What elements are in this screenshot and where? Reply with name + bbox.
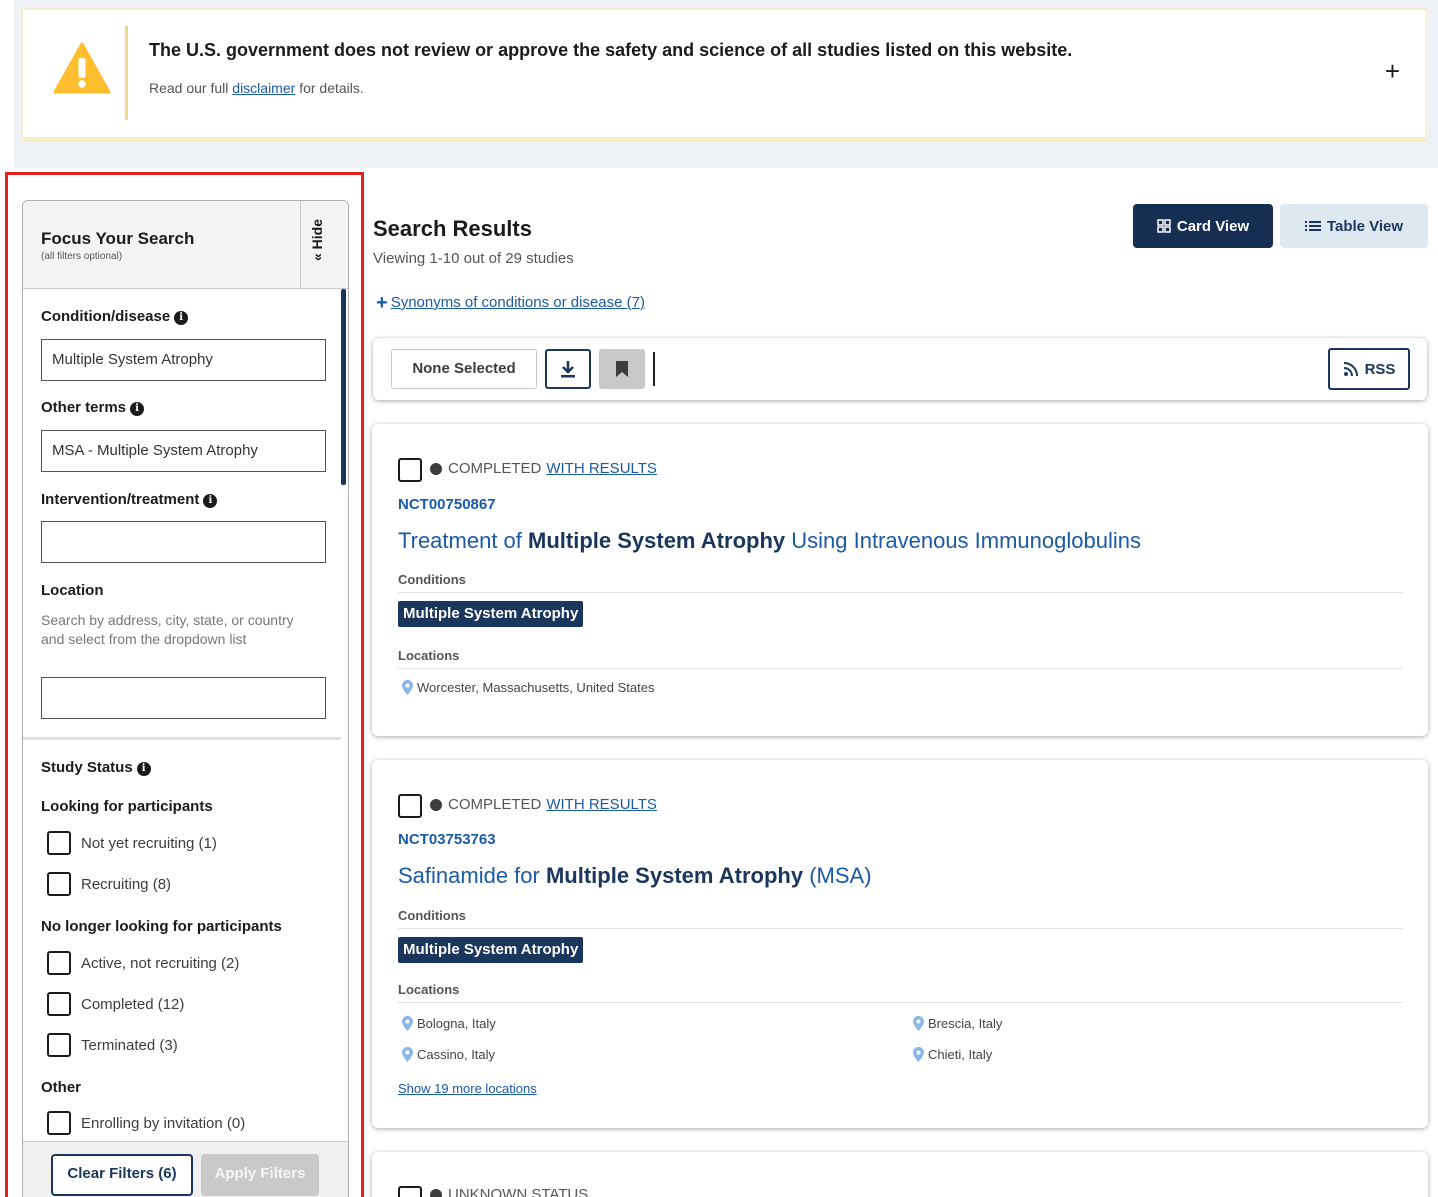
bookmark-icon (616, 361, 628, 377)
title-part: Treatment of (398, 528, 529, 553)
locations-heading: Locations (398, 648, 1403, 669)
location-pin-icon (913, 1047, 924, 1062)
location-item: Worcester, Massachusetts, United States (402, 680, 654, 695)
study-card: COMPLETED WITH RESULTS NCT00750867 Treat… (372, 424, 1428, 736)
study-checkbox[interactable] (398, 458, 422, 482)
rss-label: RSS (1364, 360, 1396, 378)
status-text: COMPLETED (448, 796, 542, 813)
location-item: Cassino, Italy (402, 1047, 495, 1062)
nct-id: NCT03753763 (398, 831, 496, 848)
disclaimer-subtext: Read our full disclaimer for details. (149, 80, 364, 96)
location-text: Brescia, Italy (928, 1016, 1003, 1031)
results-count: Viewing 1-10 out of 29 studies (373, 250, 574, 267)
study-status: UNKNOWN STATUS (430, 1186, 588, 1197)
study-status: COMPLETED WITH RESULTS (430, 460, 657, 477)
disclaimer-banner: The U.S. government does not review or a… (22, 8, 1427, 142)
study-status: COMPLETED WITH RESULTS (430, 796, 657, 813)
location-pin-icon (402, 680, 413, 695)
warning-triangle-icon (53, 42, 111, 94)
conditions-heading: Conditions (398, 572, 1403, 593)
list-icon (1304, 221, 1321, 231)
title-part: (MSA) (803, 863, 872, 888)
title-highlight: Multiple System Atrophy (545, 863, 804, 888)
table-view-label: Table View (1326, 217, 1404, 235)
locations-heading: Locations (398, 982, 1403, 1003)
with-results-link[interactable]: WITH RESULTS (546, 460, 657, 477)
title-part: Using Intravenous Immunoglobulins (785, 528, 1141, 553)
title-part: Safinamide for (398, 863, 546, 888)
plus-icon: + (376, 292, 388, 314)
grid-icon (1157, 219, 1171, 233)
disclaimer-link[interactable]: disclaimer (232, 80, 295, 96)
highlight-frame (5, 172, 364, 1197)
location-pin-icon (402, 1047, 413, 1062)
location-text: Bologna, Italy (417, 1016, 496, 1031)
none-selected-button[interactable]: None Selected (391, 349, 537, 389)
condition-tag: Multiple System Atrophy (398, 601, 584, 627)
disclaimer-title: The U.S. government does not review or a… (149, 40, 1073, 60)
show-more-locations-link[interactable]: Show 19 more locations (398, 1081, 537, 1096)
status-dot-icon (430, 1188, 442, 1197)
study-title-link[interactable]: Safinamide for Multiple System Atrophy (… (398, 863, 872, 889)
bookmark-button[interactable] (599, 349, 645, 389)
location-pin-icon (913, 1016, 924, 1031)
disclaimer-suffix: for details. (299, 80, 364, 96)
disclaimer-prefix: Read our full (149, 80, 229, 96)
results-title: Search Results (373, 216, 532, 241)
location-item: Brescia, Italy (913, 1016, 1002, 1031)
download-icon (561, 361, 575, 378)
study-card: UNKNOWN STATUS (372, 1152, 1428, 1197)
expand-disclaimer-button[interactable]: + (1385, 56, 1400, 87)
status-dot-icon (430, 798, 442, 811)
status-text: UNKNOWN STATUS (448, 1186, 589, 1197)
synonyms-text: Synonyms of conditions or disease (7) (390, 294, 645, 311)
study-card: COMPLETED WITH RESULTS NCT03753763 Safin… (372, 760, 1428, 1128)
study-title-link[interactable]: Treatment of Multiple System Atrophy Usi… (398, 528, 1141, 554)
disclaimer-separator (125, 26, 128, 120)
card-view-button[interactable]: Card View (1133, 204, 1273, 248)
location-item: Chieti, Italy (913, 1047, 992, 1062)
rss-icon (1343, 362, 1358, 377)
rss-button[interactable]: RSS (1328, 348, 1410, 390)
study-checkbox[interactable] (398, 794, 422, 818)
study-checkbox[interactable] (398, 1186, 422, 1197)
location-text: Cassino, Italy (417, 1047, 496, 1062)
title-highlight: Multiple System Atrophy (528, 528, 786, 553)
nct-id: NCT00750867 (398, 496, 496, 513)
status-dot-icon (430, 462, 442, 475)
card-view-label: Card View (1176, 217, 1250, 235)
condition-tag: Multiple System Atrophy (398, 937, 584, 963)
location-text: Worcester, Massachusetts, United States (417, 680, 655, 695)
location-pin-icon (402, 1016, 413, 1031)
results-toolbar: None Selected RSS (373, 338, 1427, 400)
status-text: COMPLETED (448, 460, 542, 477)
toolbar-separator (653, 352, 655, 386)
download-button[interactable] (545, 349, 591, 389)
table-view-button[interactable]: Table View (1280, 204, 1428, 248)
with-results-link[interactable]: WITH RESULTS (546, 796, 657, 813)
conditions-heading: Conditions (398, 908, 1403, 929)
location-text: Chieti, Italy (928, 1047, 993, 1062)
location-item: Bologna, Italy (402, 1016, 496, 1031)
synonyms-link[interactable]: + Synonyms of conditions or disease (7) (376, 292, 645, 315)
